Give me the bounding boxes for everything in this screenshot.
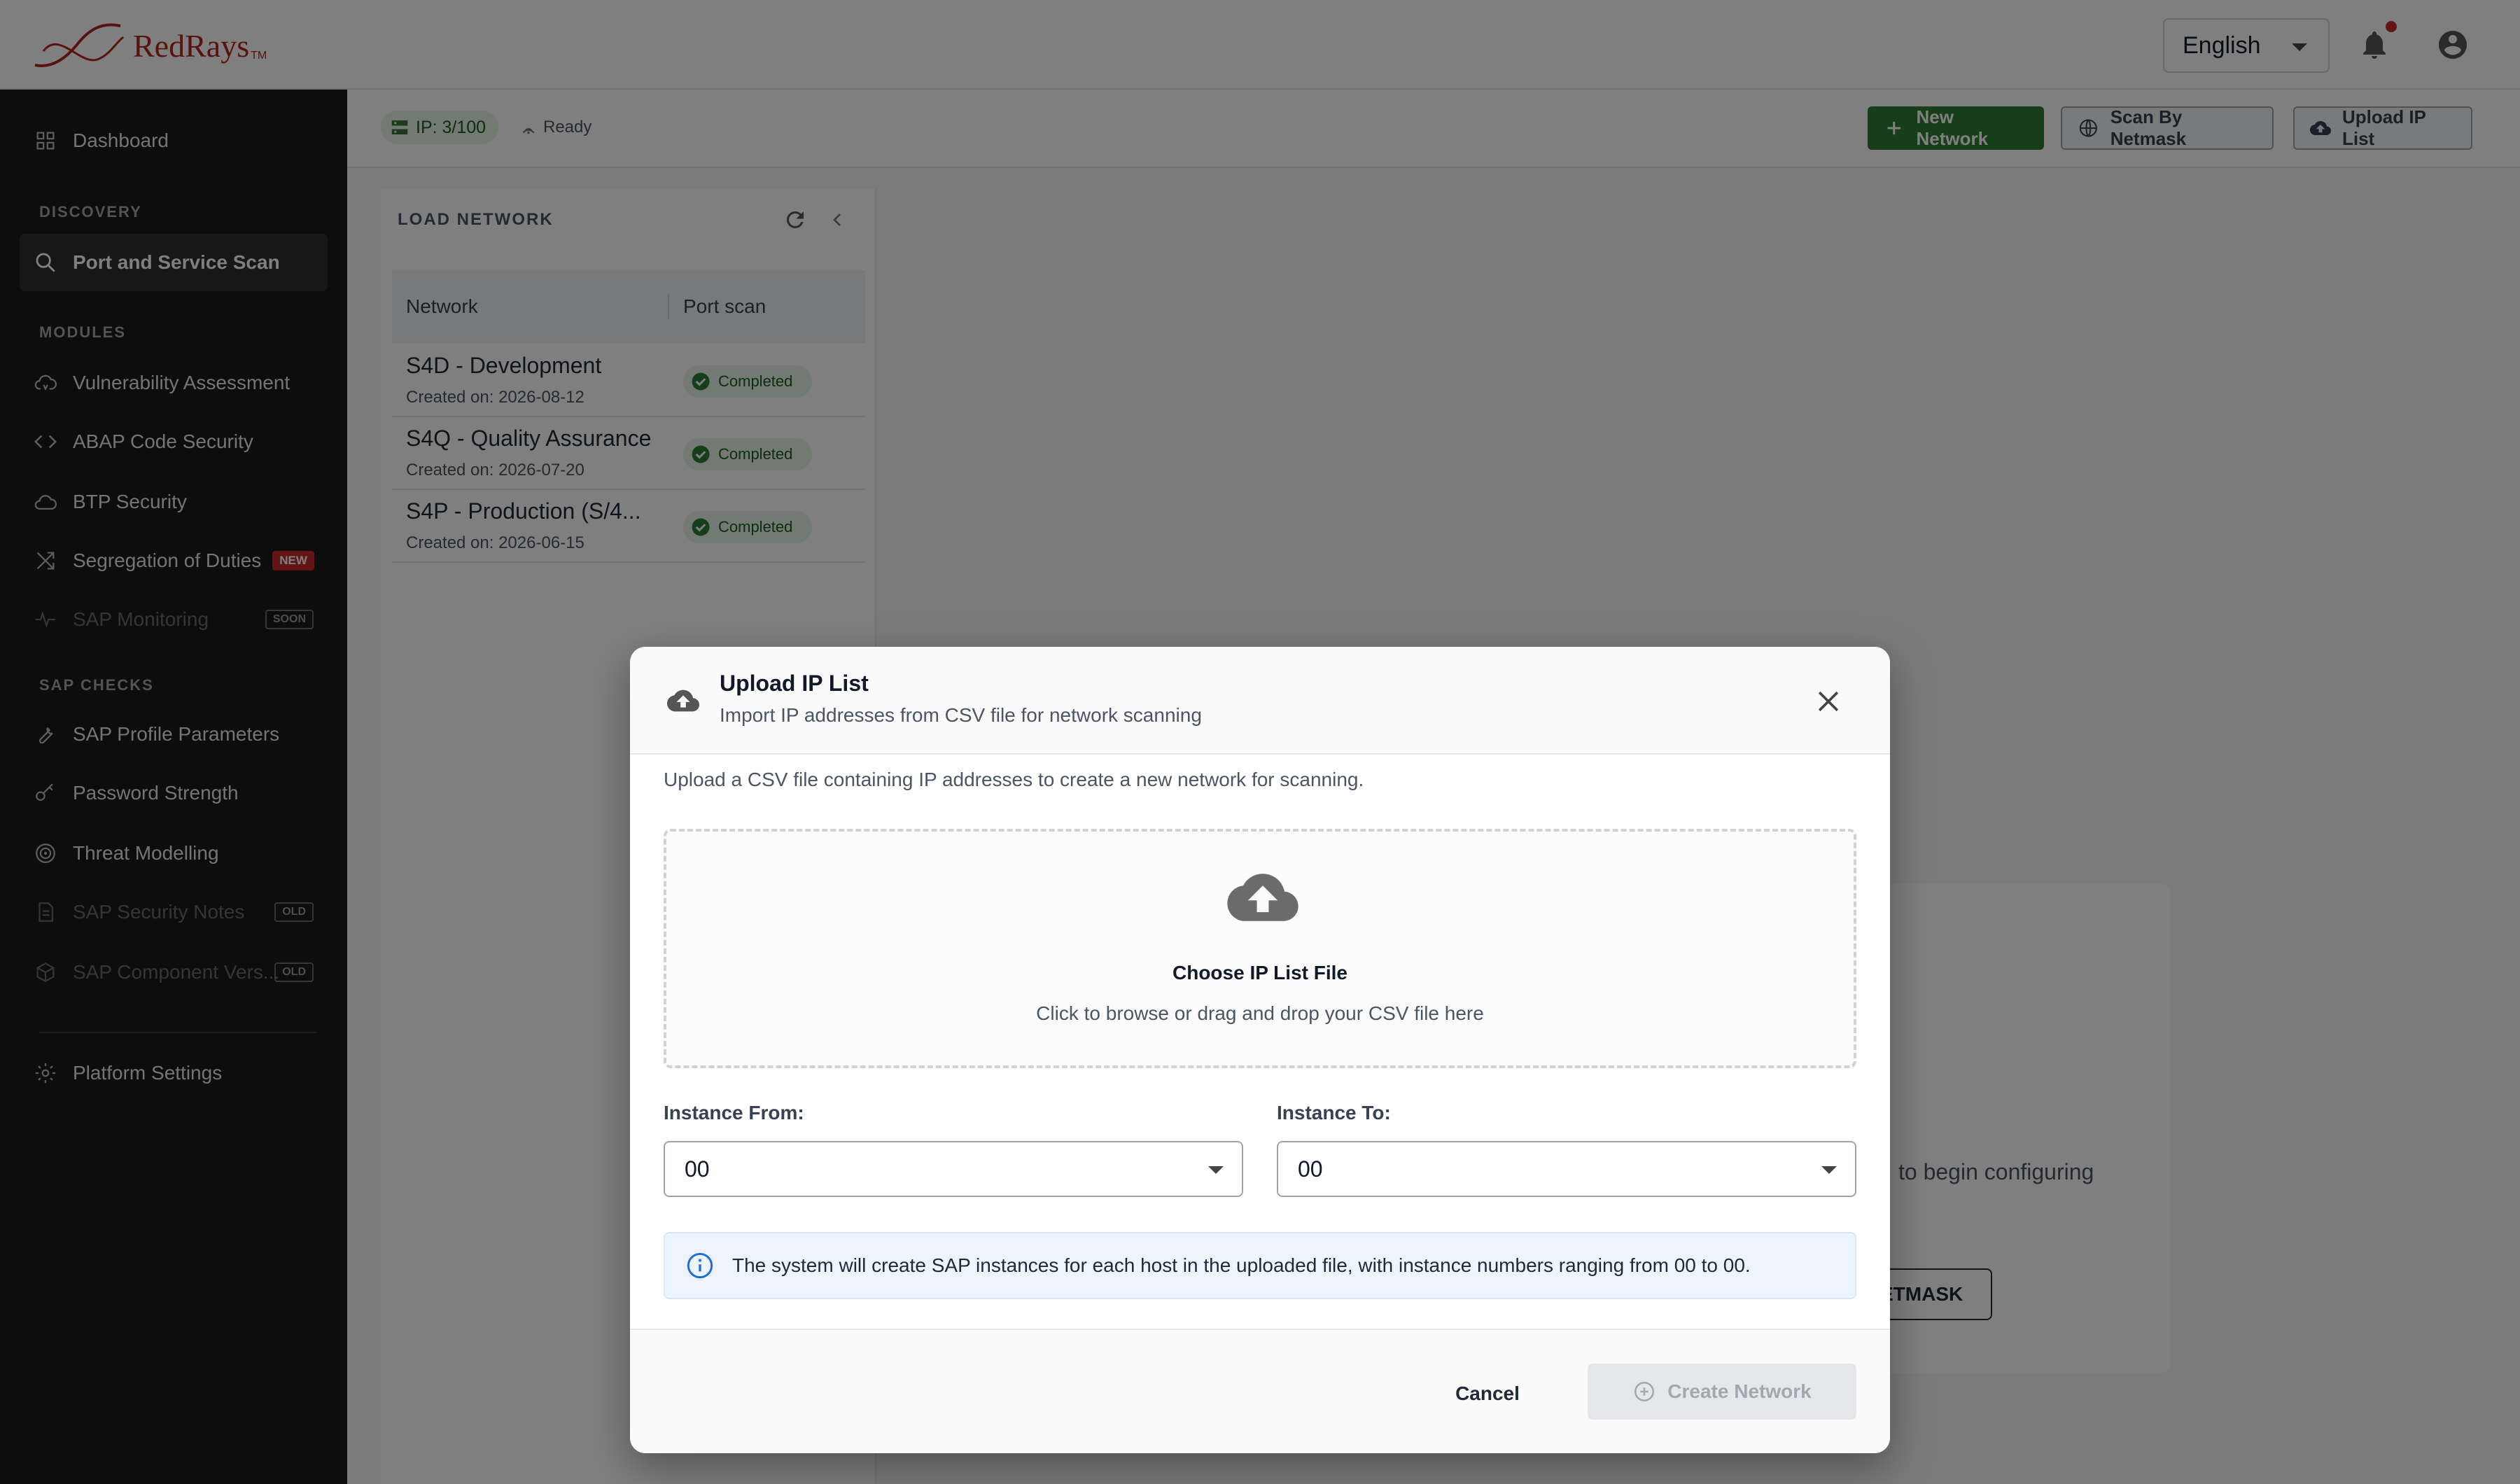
close-icon[interactable] [1813, 686, 1844, 717]
dropzone-title: Choose IP List File [1172, 962, 1348, 983]
info-alert: The system will create SAP instances for… [664, 1232, 1856, 1299]
cloud-upload-icon [667, 690, 699, 712]
instance-to-value: 00 [1298, 1156, 1323, 1182]
file-dropzone[interactable]: Choose IP List File Click to browse or d… [664, 829, 1856, 1068]
cancel-button[interactable]: Cancel [1442, 1376, 1533, 1411]
cloud-upload-icon [1227, 874, 1298, 921]
instance-from-value: 00 [685, 1156, 710, 1182]
upload-ip-list-dialog: Upload IP List Import IP addresses from … [630, 647, 1890, 1453]
instance-to-label: Instance To: [1277, 1102, 1391, 1124]
chevron-down-icon [1821, 1166, 1837, 1174]
dialog-subtitle: Import IP addresses from CSV file for ne… [720, 704, 1202, 726]
dialog-title: Upload IP List [720, 671, 869, 696]
instance-from-select[interactable]: 00 [664, 1141, 1243, 1197]
instance-to-select[interactable]: 00 [1277, 1141, 1856, 1197]
dialog-footer: Cancel Create Network [630, 1329, 1890, 1453]
add-circle-icon [1634, 1381, 1655, 1402]
instance-from-label: Instance From: [664, 1102, 804, 1124]
dropzone-subtitle: Click to browse or drag and drop your CS… [1036, 1002, 1484, 1024]
dialog-header: Upload IP List Import IP addresses from … [630, 647, 1890, 755]
info-text: The system will create SAP instances for… [732, 1254, 1751, 1276]
create-network-button[interactable]: Create Network [1588, 1364, 1856, 1420]
dialog-description: Upload a CSV file containing IP addresse… [664, 769, 1364, 790]
info-icon [687, 1252, 713, 1279]
create-network-label: Create Network [1667, 1380, 1812, 1402]
chevron-down-icon [1208, 1166, 1224, 1174]
